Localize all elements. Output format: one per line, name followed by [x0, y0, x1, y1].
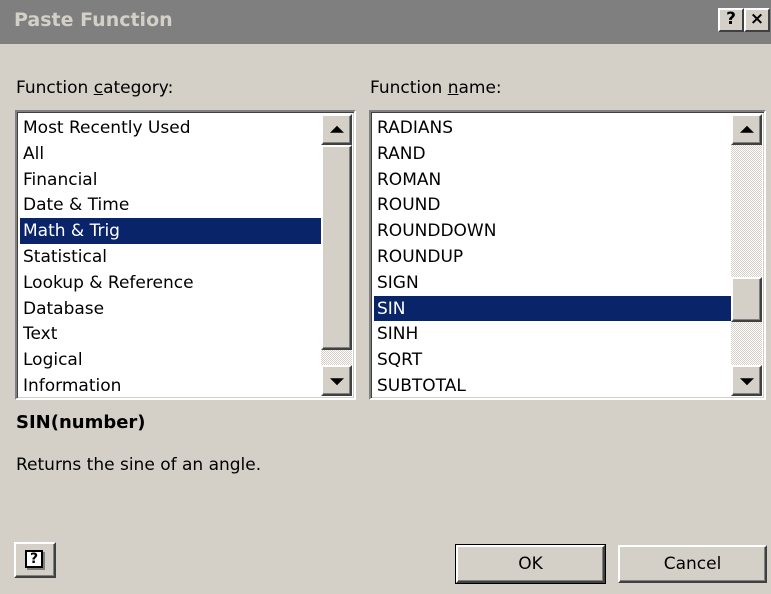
scroll-up-arrow-icon: [739, 125, 754, 133]
category-scroll-track[interactable]: [321, 350, 352, 366]
category-list-item[interactable]: Math & Trig: [20, 218, 324, 244]
function-syntax: SIN(number): [16, 412, 146, 433]
function-scrollbar[interactable]: [731, 114, 762, 396]
help-icon: ?: [25, 550, 43, 568]
function-name-listbox[interactable]: RADIANS RAND ROMAN ROUND ROUNDDOWN ROUNDUP SIG…: [369, 110, 766, 400]
function-list-item[interactable]: ROUNDDOWN: [374, 218, 734, 244]
category-list-item[interactable]: Information: [20, 373, 324, 398]
category-scroll-down-button[interactable]: [321, 365, 352, 396]
function-list-item[interactable]: ROMAN: [374, 167, 734, 193]
category-scroll-thumb[interactable]: [321, 145, 352, 350]
category-list-item[interactable]: Database: [20, 296, 324, 322]
ok-button[interactable]: OK: [455, 544, 606, 584]
function-list-item[interactable]: SQRT: [374, 347, 734, 373]
function-list-item[interactable]: ROUNDUP: [374, 244, 734, 270]
scroll-down-arrow-icon: [329, 377, 344, 385]
category-list: Most Recently Used All Financial Date & Tim…: [20, 115, 324, 398]
scroll-down-arrow-icon: [739, 377, 754, 385]
title-bar: Paste Function ? ×: [0, 0, 771, 44]
category-list-item[interactable]: Lookup & Reference: [20, 270, 324, 296]
function-list-item[interactable]: SIN: [374, 295, 734, 322]
category-list-item[interactable]: Logical: [20, 347, 324, 373]
category-scrollbar[interactable]: [321, 114, 352, 396]
dialog-title: Paste Function: [14, 9, 173, 31]
category-list-item[interactable]: Statistical: [20, 244, 324, 270]
function-scroll-up-button[interactable]: [731, 114, 762, 145]
function-scroll-down-button[interactable]: [731, 365, 762, 396]
category-list-item[interactable]: Text: [20, 321, 324, 347]
function-name-label: Function name:: [370, 78, 502, 98]
cancel-button[interactable]: Cancel: [618, 545, 767, 583]
function-list-item[interactable]: ROUND: [374, 192, 734, 218]
function-list-item[interactable]: SINH: [374, 321, 734, 347]
function-list: RADIANS RAND ROMAN ROUND ROUNDDOWN ROUNDUP SIG…: [374, 115, 734, 398]
function-list-item[interactable]: RAND: [374, 141, 734, 167]
category-label: Function category:: [16, 78, 174, 98]
scroll-up-arrow-icon: [329, 125, 344, 133]
function-description: Returns the sine of an angle.: [16, 455, 262, 475]
function-list-item[interactable]: SIGN: [374, 270, 734, 296]
title-help-button[interactable]: ?: [718, 8, 744, 32]
function-list-item[interactable]: SUBTOTAL: [374, 373, 734, 398]
function-scroll-thumb[interactable]: [731, 277, 762, 322]
category-scroll-up-button[interactable]: [321, 114, 352, 145]
category-list-item[interactable]: All: [20, 141, 324, 167]
category-list-item[interactable]: Date & Time: [20, 192, 324, 218]
category-list-item[interactable]: Financial: [20, 167, 324, 193]
function-list-item[interactable]: RADIANS: [374, 115, 734, 141]
category-list-item[interactable]: Most Recently Used: [20, 115, 324, 141]
close-button[interactable]: ×: [744, 8, 770, 32]
office-assistant-help-button[interactable]: ?: [14, 542, 56, 578]
category-listbox[interactable]: Most Recently Used All Financial Date & Tim…: [15, 110, 356, 400]
